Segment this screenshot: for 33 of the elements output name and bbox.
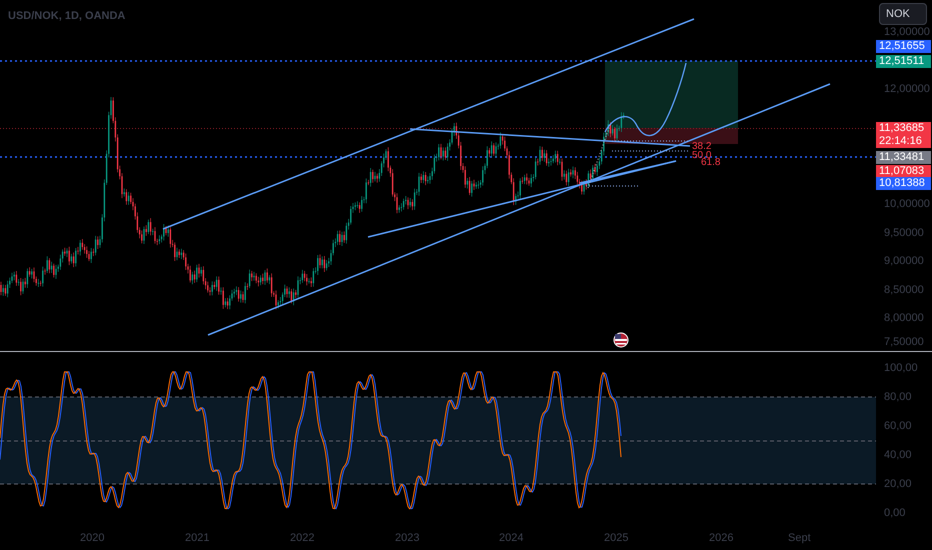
flag-icon[interactable] xyxy=(614,332,628,348)
price-axis-label: 9,50000 xyxy=(884,228,924,239)
price-tag: 10,81388 xyxy=(876,177,931,190)
price-axis-label: 12,00000 xyxy=(884,84,930,95)
price-tag: 12,51511 xyxy=(876,55,931,68)
time-axis-label: 2025 xyxy=(604,533,628,544)
time-axis-label: 2024 xyxy=(499,533,524,544)
oscillator-axis-label: 60,00 xyxy=(884,421,912,432)
oscillator-axis-label: 20,00 xyxy=(884,479,912,490)
time-axis-label: 2021 xyxy=(185,533,210,544)
oscillator-axis-label: 0,00 xyxy=(884,508,906,519)
time-axis-label: Sept xyxy=(788,533,811,544)
time-axis-label: 2026 xyxy=(709,533,734,544)
oscillator-axis-label: 80,00 xyxy=(884,392,912,403)
time-axis-label: 2022 xyxy=(290,533,314,544)
time-axis-label: 2020 xyxy=(80,533,104,544)
price-tag: 11,33481 xyxy=(876,151,931,164)
price-axis-label: 9,00000 xyxy=(884,256,924,267)
time-axis-label: 2023 xyxy=(395,533,420,544)
oscillator-axis-label: 100,00 xyxy=(884,363,918,374)
fibonacci-level-label: 61.8 xyxy=(701,158,720,168)
oscillator-axis-label: 40,00 xyxy=(884,450,912,461)
price-axis-label: 13,00000 xyxy=(884,27,930,38)
currency-button[interactable]: NOK xyxy=(879,3,927,25)
price-axis-label: 8,00000 xyxy=(884,313,924,324)
price-axis-label: 8,50000 xyxy=(884,285,924,296)
fibonacci-level-label: 38.2 xyxy=(692,142,712,152)
price-tag: 11,07083 xyxy=(876,165,931,178)
price-tag: 12,51655 xyxy=(876,40,931,53)
price-axis-label: 10,00000 xyxy=(884,199,930,210)
symbol-title: USD/NOK, 1D, OANDA xyxy=(8,9,126,24)
price-tag: 11,33685 22:14:16 xyxy=(876,122,931,148)
price-axis-label: 7,50000 xyxy=(884,337,924,348)
